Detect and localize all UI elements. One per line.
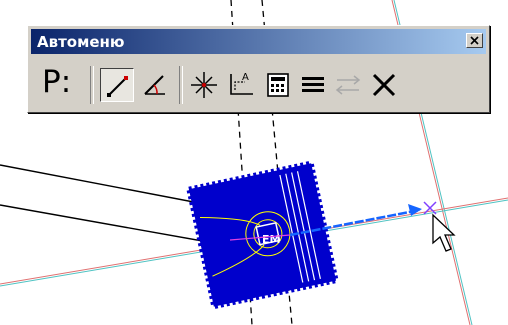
close-x-icon [372, 73, 396, 97]
line-angle-icon [144, 75, 165, 95]
separator [179, 66, 183, 104]
cancel-button[interactable] [367, 68, 401, 102]
snap-point-button[interactable] [187, 68, 221, 102]
line-two-points-icon [107, 76, 128, 97]
close-icon [470, 36, 479, 45]
snap-point-icon [191, 72, 217, 98]
calculator-button[interactable] [261, 68, 295, 102]
toolbar-title: Автоменю [37, 33, 125, 51]
toolbar-titlebar[interactable]: Автоменю [31, 29, 486, 54]
svg-text:A: A [242, 72, 249, 83]
snap-marker-icon [423, 201, 437, 215]
swap-arrows-icon [335, 75, 361, 95]
line-style-icon [302, 77, 324, 92]
line-style-button[interactable] [296, 68, 330, 102]
separator [90, 66, 94, 104]
close-button[interactable] [466, 33, 483, 48]
line-two-points-button[interactable] [100, 68, 134, 102]
calculator-icon [267, 73, 289, 97]
swap-direction-button[interactable] [331, 68, 365, 102]
axis-label-button[interactable]: A [225, 68, 259, 102]
line-angle-button[interactable] [137, 68, 171, 102]
mode-label: P: [42, 64, 72, 100]
object-label: EM [262, 233, 280, 246]
automenu-toolbar[interactable]: Автоменю P: A [27, 25, 490, 113]
axis-label-icon: A [230, 72, 253, 95]
